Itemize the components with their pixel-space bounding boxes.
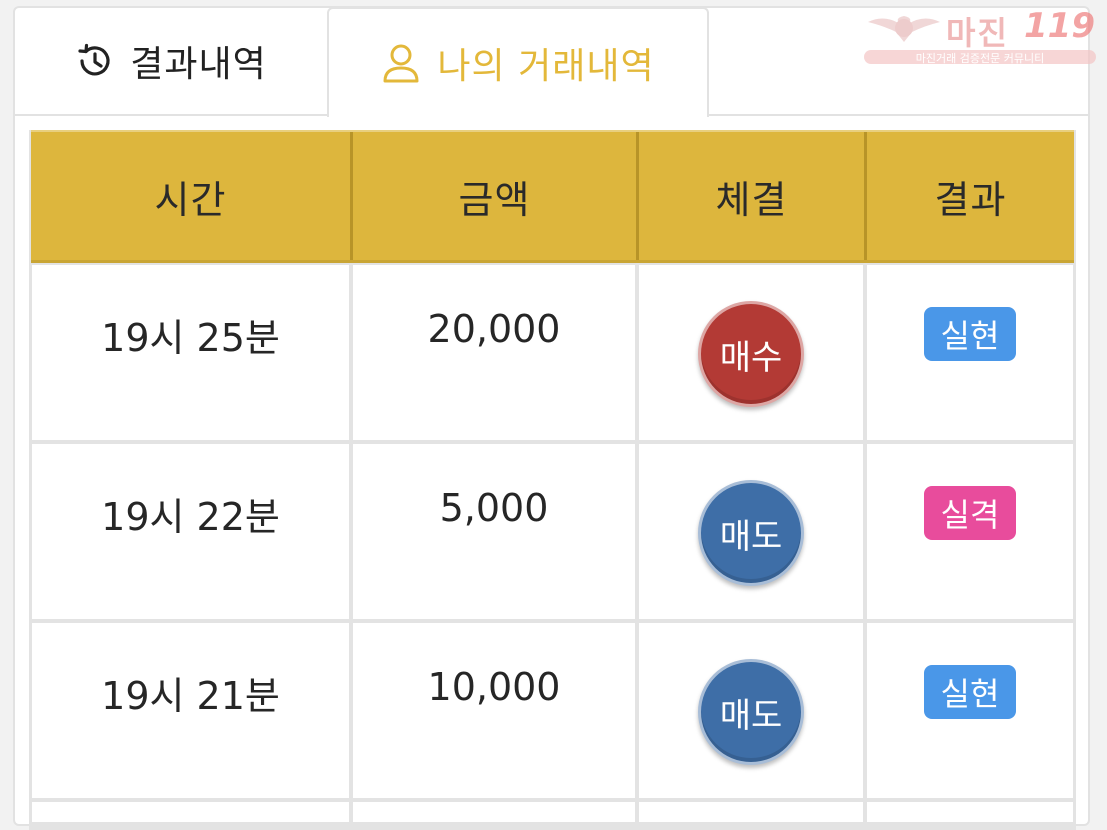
time-value: 19시 21분 [101,674,280,718]
watermark-subtitle: 마진거래 검증전문 커뮤니티 [915,52,1045,65]
history-icon [74,41,114,81]
cell-result [867,802,1073,822]
header-amount-label: 금액 [458,177,531,222]
cell-time: 19시 25분 [32,265,349,440]
trade-label: 매도 [719,516,783,557]
tab-results-label: 결과내역 [130,44,267,85]
sell-coin: 매도 [698,480,804,586]
cell-amount: 10,000 [353,623,635,798]
cell-result: 실현 [867,623,1073,798]
header-trade: 체결 [639,130,864,262]
result-label: 실격 [940,496,1000,534]
amount-value: 20,000 [427,307,561,351]
cell-time: 19시 22분 [32,444,349,619]
cell-trade [639,802,863,822]
header-amount: 금액 [353,130,636,262]
cell-time: 19시 21분 [32,623,349,798]
cell-amount: 5,000 [353,444,635,619]
cell-trade: 매도 [639,444,863,619]
header-top-edge [31,130,1074,132]
emblem-icon [868,16,940,42]
cell-time [32,802,349,822]
tab-my-trades[interactable]: 나의 거래내역 [327,7,709,117]
cell-amount: 20,000 [353,265,635,440]
header-bottom-edge [31,260,1074,263]
sell-coin: 매도 [698,659,804,765]
amount-value: 10,000 [427,665,561,709]
status-badge: 실현 [924,665,1016,719]
tab-divider [708,114,1090,116]
status-badge: 실격 [924,486,1016,540]
time-value: 19시 22분 [101,495,280,539]
header-time: 시간 [31,130,350,262]
user-icon [381,42,421,84]
cell-amount [353,802,635,822]
header-result: 결과 [867,130,1074,262]
header-divider [350,130,353,262]
header-result-label: 결과 [934,177,1007,222]
watermark-logo: 마진 119 마진거래 검증전문 커뮤니티 [864,6,1096,66]
time-value: 19시 25분 [101,316,280,360]
buy-coin: 매수 [698,301,804,407]
trade-label: 매수 [719,337,783,378]
tab-my-trades-label: 나의 거래내역 [437,46,655,87]
status-badge: 실현 [924,307,1016,361]
watermark-number: 119 [1024,6,1095,46]
header-time-label: 시간 [154,177,227,222]
cell-result: 실현 [867,265,1073,440]
tab-divider [13,114,329,116]
header-divider [636,130,639,262]
trade-label: 매도 [719,695,783,736]
header-divider [864,130,867,262]
watermark-title: 마진 [946,14,1009,52]
amount-value: 5,000 [439,486,549,530]
cell-trade: 매도 [639,623,863,798]
cell-trade: 매수 [639,265,863,440]
tab-results[interactable]: 결과내역 [13,6,328,116]
result-label: 실현 [940,317,1000,355]
result-label: 실현 [940,675,1000,713]
header-trade-label: 체결 [715,177,788,222]
cell-result: 실격 [867,444,1073,619]
